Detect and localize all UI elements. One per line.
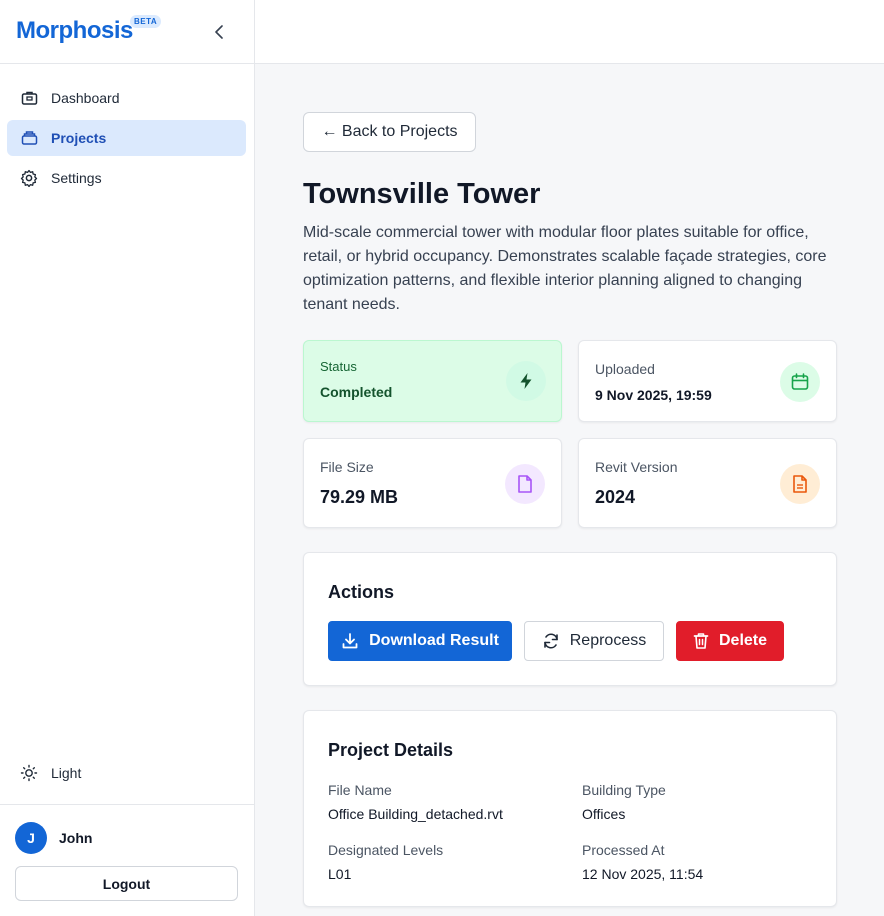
briefcase-icon: [20, 89, 38, 107]
brand-logo[interactable]: Morphosis: [16, 17, 133, 45]
user-name: John: [59, 830, 93, 846]
download-label: Download Result: [369, 632, 499, 649]
file-name-label: File Name: [328, 782, 392, 798]
sidebar-item-dashboard[interactable]: Dashboard: [7, 80, 246, 116]
status-value: Completed: [320, 384, 393, 400]
chevron-left-icon: [215, 25, 223, 39]
sun-icon: [20, 764, 38, 782]
trash-icon: [693, 632, 709, 650]
lightning-icon: [506, 361, 546, 401]
file-size-value: 79.29 MB: [320, 487, 399, 507]
uploaded-value: 9 Nov 2025, 19:59: [595, 387, 712, 403]
page-title: Townsville Tower: [303, 178, 541, 210]
sidebar-item-settings[interactable]: Settings: [7, 160, 246, 196]
top-bar: [255, 0, 884, 64]
file-icon: [505, 464, 545, 504]
file-size-label: File Size: [320, 459, 374, 475]
download-result-button[interactable]: Download Result: [328, 621, 512, 661]
sidebar: Morphosis BETA Dashboard Projects Settin…: [0, 0, 255, 916]
user-block: J John Logout: [0, 804, 254, 916]
sidebar-item-label: Settings: [51, 170, 102, 186]
processed-at-value: 12 Nov 2025, 11:54: [582, 866, 704, 882]
delete-button[interactable]: Delete: [676, 621, 784, 661]
calendar-icon: [780, 362, 820, 402]
avatar[interactable]: J: [15, 822, 47, 854]
project-details-title: Project Details: [328, 740, 454, 760]
delete-label: Delete: [718, 632, 768, 649]
designated-levels-label: Designated Levels: [328, 842, 444, 858]
brand-row: Morphosis BETA: [0, 0, 254, 64]
actions-title: Actions: [328, 582, 395, 602]
file-name-value: Office Building_detached.rvt: [328, 806, 503, 822]
sidebar-item-projects[interactable]: Projects: [7, 120, 246, 156]
designated-levels-value: L01: [328, 866, 352, 882]
folder-icon: [20, 129, 38, 147]
file-size-card: File Size 79.29 MB: [303, 438, 562, 528]
beta-badge: BETA: [130, 15, 162, 28]
reprocess-label: Reprocess: [569, 632, 647, 649]
revit-version-value: 2024: [595, 487, 636, 507]
document-icon: [780, 464, 820, 504]
sidebar-nav: Dashboard Projects Settings: [7, 80, 246, 200]
building-type-value: Offices: [582, 806, 626, 822]
sidebar-item-label: Projects: [51, 130, 107, 146]
revit-version-card: Revit Version 2024: [578, 438, 837, 528]
processed-at-label: Processed At: [582, 842, 665, 858]
status-label: Status: [320, 359, 357, 374]
refresh-icon: [542, 632, 560, 650]
theme-label: Light: [51, 765, 82, 781]
status-card: Status Completed: [303, 340, 562, 422]
uploaded-card: Uploaded 9 Nov 2025, 19:59: [578, 340, 837, 422]
project-details-card: Project Details File Name Office Buildin…: [303, 710, 837, 907]
project-description: Mid-scale commercial tower with modular …: [303, 224, 827, 313]
actions-card: Actions Download Result Reprocess Delete: [303, 552, 837, 686]
theme-toggle[interactable]: Light: [20, 764, 81, 782]
logout-button[interactable]: Logout: [15, 866, 238, 901]
sidebar-item-label: Dashboard: [51, 90, 120, 106]
download-icon: [341, 632, 359, 650]
back-to-projects-button[interactable]: ← Back to Projects: [303, 112, 476, 152]
gear-icon: [20, 169, 38, 187]
collapse-sidebar-button[interactable]: [210, 22, 230, 42]
reprocess-button[interactable]: Reprocess: [524, 621, 664, 661]
uploaded-label: Uploaded: [595, 361, 655, 377]
revit-version-label: Revit Version: [595, 459, 678, 475]
main-content: ← Back to Projects Townsville Tower Mid-…: [255, 64, 884, 916]
building-type-label: Building Type: [582, 782, 666, 798]
